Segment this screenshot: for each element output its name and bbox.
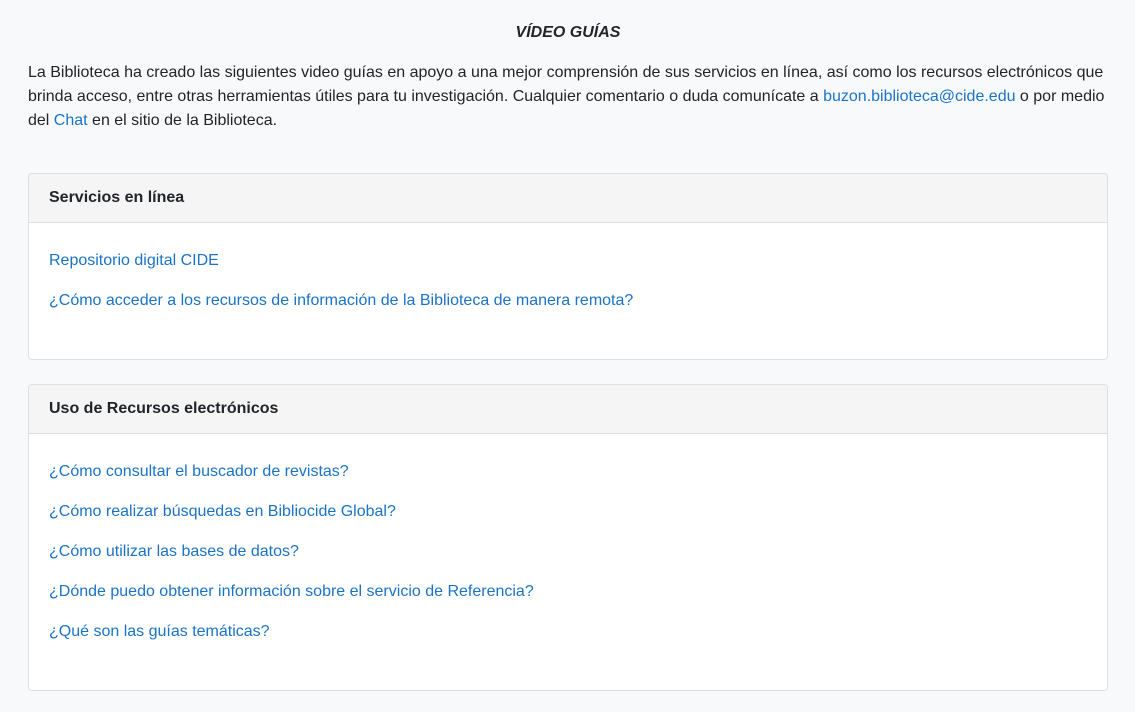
guide-link-repository[interactable]: Repositorio digital CIDE: [49, 249, 1087, 273]
guide-link-remote-access[interactable]: ¿Cómo acceder a los recursos de informac…: [49, 289, 1087, 313]
page-title: VÍDEO GUÍAS: [515, 24, 621, 41]
intro-paragraph: La Biblioteca ha creado las siguientes v…: [28, 61, 1108, 133]
guide-link-reference-service[interactable]: ¿Dónde puedo obtener información sobre e…: [49, 580, 1087, 604]
guide-link-bibliocide-global[interactable]: ¿Cómo realizar búsquedas en Bibliocide G…: [49, 500, 1087, 524]
section-body: Repositorio digital CIDE ¿Cómo acceder a…: [29, 223, 1107, 359]
guide-link-thematic-guides[interactable]: ¿Qué son las guías temáticas?: [49, 620, 1087, 644]
section-header: Uso de Recursos electrónicos: [29, 385, 1107, 434]
section-body: ¿Cómo consultar el buscador de revistas?…: [29, 434, 1107, 690]
section-card-electronic-resources: Uso de Recursos electrónicos ¿Cómo consu…: [28, 384, 1108, 691]
page-content: VÍDEO GUÍAS La Biblioteca ha creado las …: [28, 0, 1108, 691]
chat-link[interactable]: Chat: [54, 112, 88, 129]
intro-text-end: en el sitio de la Biblioteca.: [87, 112, 278, 129]
guide-link-journal-search[interactable]: ¿Cómo consultar el buscador de revistas?: [49, 460, 1087, 484]
email-link[interactable]: buzon.biblioteca@cide.edu: [823, 88, 1015, 105]
section-header: Servicios en línea: [29, 174, 1107, 223]
guide-link-databases[interactable]: ¿Cómo utilizar las bases de datos?: [49, 540, 1087, 564]
section-card-online-services: Servicios en línea Repositorio digital C…: [28, 173, 1108, 360]
